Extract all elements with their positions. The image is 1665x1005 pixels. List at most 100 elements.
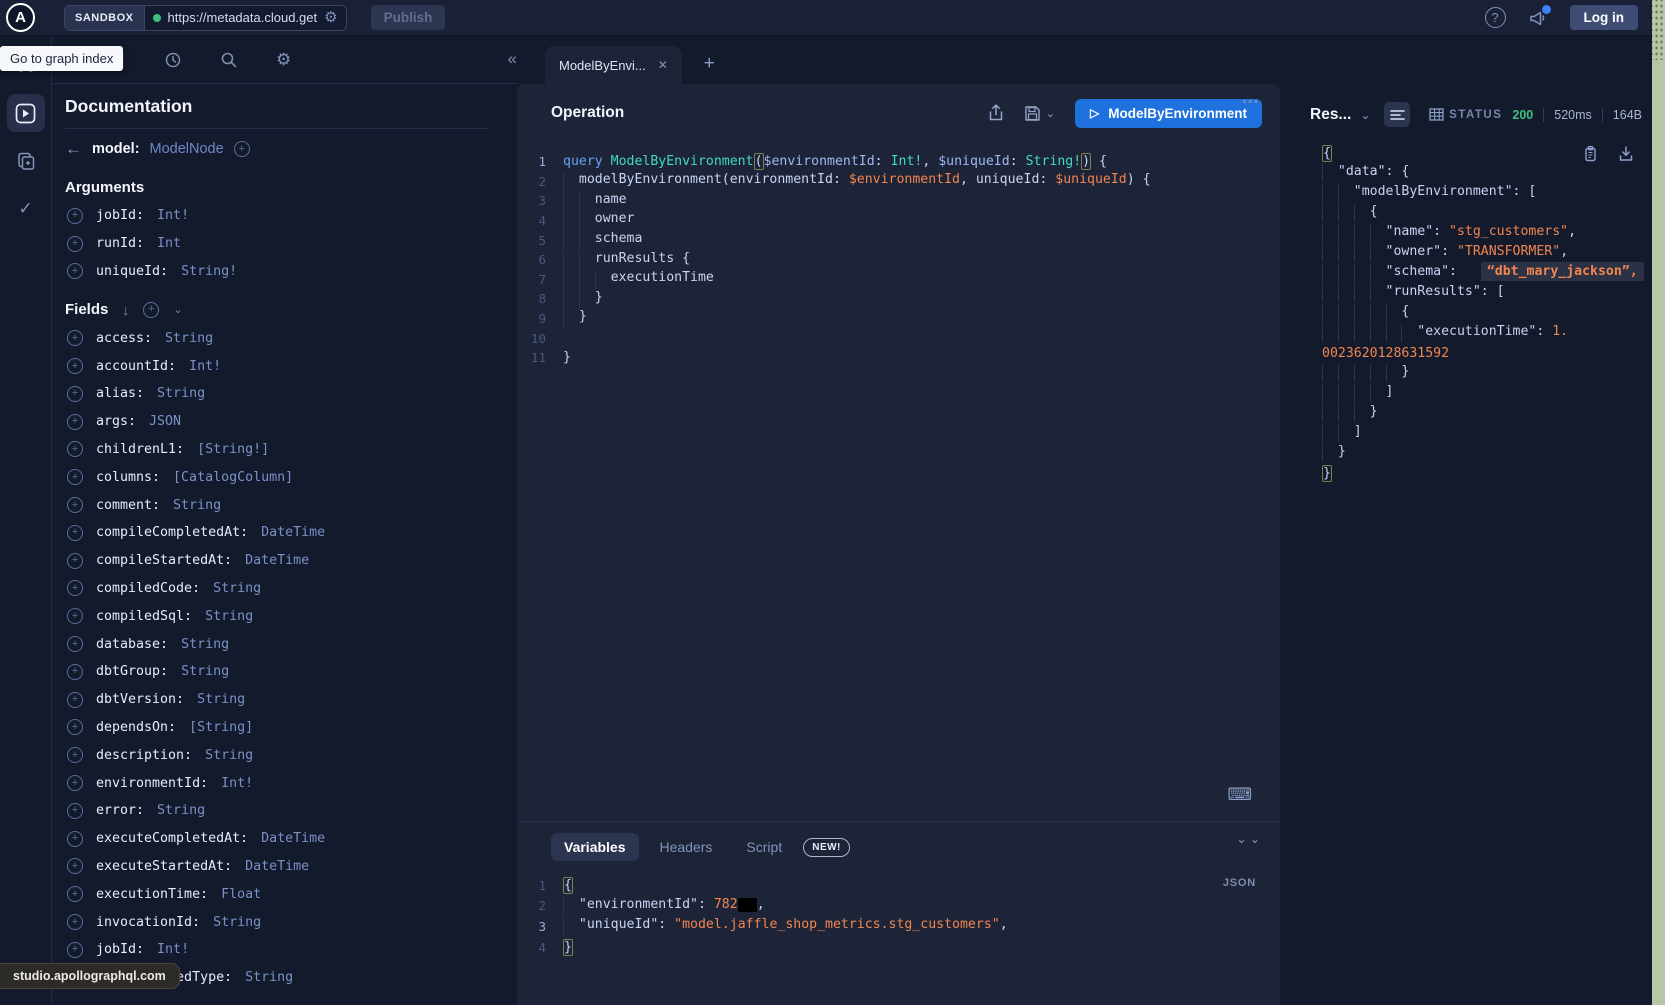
add-argument-icon[interactable]	[67, 263, 83, 279]
save-menu-chevron-icon[interactable]: ⌄	[1046, 107, 1055, 120]
add-field-icon[interactable]	[67, 831, 83, 847]
add-field-icon[interactable]	[67, 692, 83, 708]
field-type[interactable]: String	[213, 915, 261, 930]
operation-tab[interactable]: ModelByEnvi... ✕	[545, 46, 682, 84]
field-row[interactable]: executionTime: Float	[65, 880, 517, 908]
close-tab-icon[interactable]: ✕	[658, 58, 668, 72]
field-row[interactable]: dbtVersion: String	[65, 686, 517, 714]
add-field-icon[interactable]	[67, 942, 83, 958]
field-type[interactable]: String	[213, 581, 261, 596]
back-arrow-icon[interactable]: ←	[65, 139, 82, 159]
add-field-icon[interactable]	[67, 414, 83, 430]
add-field-icon[interactable]	[67, 886, 83, 902]
field-type[interactable]: String	[181, 664, 229, 679]
field-row[interactable]: accountId: Int!	[65, 352, 517, 380]
field-type[interactable]: Int!	[157, 942, 189, 957]
argument-row[interactable]: jobId: Int!	[65, 202, 517, 230]
field-row[interactable]: alias: String	[65, 380, 517, 408]
add-field-icon[interactable]	[67, 469, 83, 485]
query-editor[interactable]: 1query ModelByEnvironment($environmentId…	[517, 142, 1280, 821]
add-field-icon[interactable]	[67, 441, 83, 457]
response-json[interactable]: {"data": {"modelByEnvironment": [{"name"…	[1280, 143, 1652, 483]
operation-options-button[interactable]: •••	[1242, 96, 1260, 108]
field-type[interactable]: Int!	[189, 359, 221, 374]
response-format-table-toggle[interactable]	[1424, 102, 1449, 127]
endpoint-settings-gear-icon[interactable]: ⚙	[324, 10, 337, 25]
field-row[interactable]: executeStartedAt: DateTime	[65, 853, 517, 881]
add-argument-icon[interactable]	[67, 208, 83, 224]
endpoint-url-box[interactable]: https://metadata.cloud.get ⚙	[145, 6, 346, 30]
endpoint-url[interactable]: https://metadata.cloud.get	[168, 10, 318, 25]
field-row[interactable]: compiledCode: String	[65, 575, 517, 603]
share-operation-button[interactable]	[988, 104, 1004, 122]
field-row[interactable]: comment: String	[65, 491, 517, 519]
argument-type[interactable]: String!	[181, 264, 237, 279]
announcements-button[interactable]	[1528, 9, 1548, 27]
response-format-json-toggle[interactable]	[1384, 102, 1409, 127]
argument-type[interactable]: Int!	[157, 208, 189, 223]
field-type[interactable]: DateTime	[261, 525, 325, 540]
field-type[interactable]: DateTime	[245, 859, 309, 874]
field-row[interactable]: compileCompletedAt: DateTime	[65, 519, 517, 547]
field-type[interactable]: String	[181, 637, 229, 652]
add-field-icon[interactable]	[67, 664, 83, 680]
field-type[interactable]: DateTime	[245, 553, 309, 568]
add-argument-icon[interactable]	[67, 236, 83, 252]
apollo-logo[interactable]: A	[6, 3, 35, 32]
add-field-icon[interactable]	[67, 358, 83, 374]
field-type[interactable]: String	[173, 498, 221, 513]
field-row[interactable]: columns: [CatalogColumn]	[65, 463, 517, 491]
tab-variables[interactable]: Variables	[551, 833, 639, 861]
add-field-icon[interactable]	[67, 775, 83, 791]
download-response-icon[interactable]	[1618, 145, 1634, 162]
field-row[interactable]: access: String	[65, 324, 517, 352]
argument-type[interactable]: Int	[157, 236, 181, 251]
field-row[interactable]: args: JSON	[65, 408, 517, 436]
sort-fields-icon[interactable]: ↓	[122, 302, 129, 318]
add-field-icon[interactable]	[67, 525, 83, 541]
field-row[interactable]: environmentId: Int!	[65, 769, 517, 797]
save-operation-button[interactable]: ⌄	[1024, 105, 1055, 122]
search-icon[interactable]	[220, 51, 238, 69]
history-icon[interactable]	[164, 51, 182, 69]
response-menu-chevron-icon[interactable]: ⌄	[1360, 108, 1370, 122]
field-row[interactable]: dependsOn: [String]	[65, 714, 517, 742]
explorer-nav-button[interactable]	[7, 94, 45, 132]
argument-row[interactable]: runId: Int	[65, 230, 517, 258]
field-row[interactable]: invocationId: String	[65, 908, 517, 936]
argument-row[interactable]: uniqueId: String!	[65, 258, 517, 286]
keyboard-shortcuts-icon[interactable]: ⌨	[1227, 785, 1252, 805]
tab-script[interactable]: Script	[733, 833, 795, 861]
add-field-icon[interactable]	[67, 747, 83, 763]
field-type[interactable]: String	[165, 331, 213, 346]
collapse-panel-icon[interactable]: «	[508, 49, 517, 69]
field-type[interactable]: String	[205, 748, 253, 763]
collections-nav-button[interactable]	[7, 142, 45, 180]
field-row[interactable]: compiledSql: String	[65, 602, 517, 630]
field-row[interactable]: childrenL1: [String!]	[65, 436, 517, 464]
tab-headers[interactable]: Headers	[647, 833, 726, 861]
field-type[interactable]: [CatalogColumn]	[173, 470, 293, 485]
add-all-fields-icon[interactable]	[143, 302, 159, 318]
field-type[interactable]: JSON	[149, 414, 181, 429]
collapse-variables-icon[interactable]: ⌄ ⌄	[1237, 836, 1260, 843]
field-type[interactable]: Int!	[221, 776, 253, 791]
field-type[interactable]: String	[197, 692, 245, 707]
field-row[interactable]: dbtGroup: String	[65, 658, 517, 686]
add-field-icon[interactable]	[67, 803, 83, 819]
add-field-icon[interactable]	[67, 497, 83, 513]
add-field-icon[interactable]	[67, 608, 83, 624]
add-field-icon[interactable]	[67, 636, 83, 652]
help-icon[interactable]: ?	[1485, 7, 1506, 28]
field-type[interactable]: Float	[221, 887, 261, 902]
field-type[interactable]: DateTime	[261, 831, 325, 846]
add-field-icon[interactable]	[67, 330, 83, 346]
field-type[interactable]: String	[157, 803, 205, 818]
field-row[interactable]: jobId: Int!	[65, 936, 517, 964]
publish-button[interactable]: Publish	[371, 5, 446, 30]
field-row[interactable]: executeCompletedAt: DateTime	[65, 825, 517, 853]
add-field-icon[interactable]	[67, 858, 83, 874]
copy-response-icon[interactable]	[1583, 145, 1598, 162]
add-field-icon[interactable]	[67, 719, 83, 735]
field-row[interactable]: database: String	[65, 630, 517, 658]
